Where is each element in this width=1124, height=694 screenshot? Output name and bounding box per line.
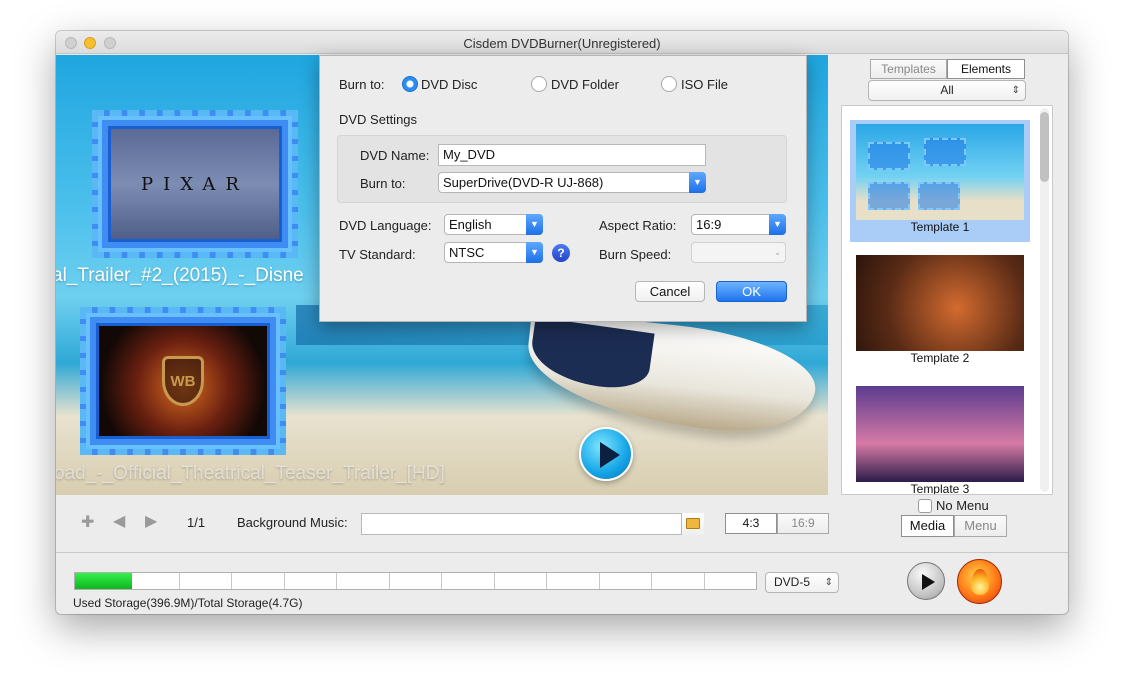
template-filter-select[interactable]: All ⇕ xyxy=(868,80,1026,101)
title-bar: Cisdem DVDBurner(Unregistered) xyxy=(56,31,1068,54)
template-item-3[interactable]: Template 3 xyxy=(850,382,1030,495)
clip-thumbnail-1[interactable]: PIXAR xyxy=(92,110,298,258)
mini-frame xyxy=(868,142,910,170)
burn-speed-select: ⌄ xyxy=(691,242,786,263)
wb-shield-icon: WB xyxy=(162,356,204,406)
burner-select[interactable]: SuperDrive(DVD-R UJ-868) ▼ xyxy=(438,172,706,193)
warner-bros-logo: WB xyxy=(96,323,270,439)
browse-music-button[interactable] xyxy=(681,513,704,535)
template-1-thumbnail xyxy=(856,124,1024,220)
preview-play-button[interactable] xyxy=(907,562,945,600)
template-2-thumbnail xyxy=(856,255,1024,351)
up-down-chevron-icon: ⇕ xyxy=(1011,85,1020,96)
ok-button[interactable]: OK xyxy=(716,281,787,302)
scrollbar-thumb[interactable] xyxy=(1040,112,1049,182)
mini-frame xyxy=(918,182,960,210)
disc-type-value: DVD-5 xyxy=(774,575,811,589)
tv-standard-value: NTSC xyxy=(449,245,485,260)
arrow-left-icon[interactable]: ◀ xyxy=(113,511,125,531)
dvd-disc-label[interactable]: DVD Disc xyxy=(421,77,477,92)
template-1-label: Template 1 xyxy=(910,220,970,234)
tv-standard-select[interactable]: NTSC ▼ xyxy=(444,242,543,263)
template-3-label: Template 3 xyxy=(910,482,970,495)
dvd-name-field[interactable]: My_DVD xyxy=(438,144,706,166)
dvd-disc-radio[interactable] xyxy=(402,76,418,92)
clip-title-1[interactable]: al_Trailer_#2_(2015)_-_Disne xyxy=(56,265,304,287)
aspect-ratio-select[interactable]: 16:9 ▼ xyxy=(691,214,786,235)
burn-button[interactable] xyxy=(957,559,1002,604)
tv-standard-label: TV Standard: xyxy=(339,247,416,262)
dvd-language-label: DVD Language: xyxy=(339,218,432,233)
template-scrollbar[interactable] xyxy=(1040,108,1049,492)
iso-file-radio[interactable] xyxy=(661,76,677,92)
mini-frame xyxy=(868,182,910,210)
iso-file-label[interactable]: ISO File xyxy=(681,77,728,92)
burn-settings-dialog: Burn to: DVD Disc DVD Folder ISO File DV… xyxy=(319,55,807,322)
tab-menu[interactable]: Menu xyxy=(954,515,1007,537)
chevron-down-icon: ▼ xyxy=(689,172,706,193)
dvd-settings-heading: DVD Settings xyxy=(339,112,418,127)
dvd-folder-radio[interactable] xyxy=(531,76,547,92)
flame-icon xyxy=(971,569,989,595)
tab-templates[interactable]: Templates xyxy=(870,59,947,79)
storage-used-fill xyxy=(75,573,132,589)
play-icon[interactable] xyxy=(579,427,633,481)
dvd-language-value: English xyxy=(449,217,492,232)
dvd-folder-label[interactable]: DVD Folder xyxy=(551,77,619,92)
bottom-separator xyxy=(56,552,1068,553)
background-music-label: Background Music: xyxy=(237,515,348,530)
no-menu-checkbox[interactable] xyxy=(918,499,932,513)
ratio-16-9-button[interactable]: 16:9 xyxy=(777,513,829,534)
template-3-thumbnail xyxy=(856,386,1024,482)
storage-text: Used Storage(396.9M)/Total Storage(4.7G) xyxy=(73,596,303,610)
dvd-language-select[interactable]: English ▼ xyxy=(444,214,543,235)
chevron-down-icon: ▼ xyxy=(769,214,786,235)
ratio-4-3-button[interactable]: 4:3 xyxy=(725,513,777,534)
folder-icon xyxy=(686,518,700,529)
dvd-name-label: DVD Name: xyxy=(360,148,430,163)
window-title: Cisdem DVDBurner(Unregistered) xyxy=(463,36,661,51)
burner-value: SuperDrive(DVD-R UJ-868) xyxy=(443,175,604,190)
chevron-down-icon: ▼ xyxy=(526,242,543,263)
disc-type-select[interactable]: DVD-5 ⇕ xyxy=(765,572,839,593)
clip-title-2[interactable]: oad_-_Official_Theatrical_Teaser_Trailer… xyxy=(56,463,445,485)
background-music-field[interactable] xyxy=(361,513,704,535)
arrow-right-icon[interactable]: ▶ xyxy=(145,511,157,531)
cancel-button[interactable]: Cancel xyxy=(635,281,705,302)
clip-thumbnail-2[interactable]: WB xyxy=(80,307,286,455)
template-item-2[interactable]: Template 2 xyxy=(850,251,1030,373)
no-menu-label[interactable]: No Menu xyxy=(936,498,989,513)
chevron-down-icon: ▼ xyxy=(526,214,543,235)
tab-media[interactable]: Media xyxy=(901,515,954,537)
aspect-ratio-label: Aspect Ratio: xyxy=(599,218,677,233)
burn-speed-label: Burn Speed: xyxy=(599,247,672,262)
storage-bar xyxy=(74,572,757,590)
chevron-down-icon: ⌄ xyxy=(773,247,782,257)
plus-icon[interactable]: ✚ xyxy=(81,512,94,532)
mini-frame xyxy=(924,138,966,166)
template-item-1[interactable]: Template 1 xyxy=(850,120,1030,242)
template-list: Template 1 Template 2 Template 3 xyxy=(841,105,1053,495)
burner-label: Burn to: xyxy=(360,176,406,191)
app-window: Cisdem DVDBurner(Unregistered) PIXAR al_… xyxy=(56,31,1068,614)
page-indicator: 1/1 xyxy=(187,515,206,530)
template-filter-value: All xyxy=(940,83,954,97)
aspect-ratio-value: 16:9 xyxy=(696,217,722,232)
template-2-label: Template 2 xyxy=(910,351,970,365)
up-down-chevron-icon: ⇕ xyxy=(824,577,833,588)
burn-to-label: Burn to: xyxy=(339,77,385,92)
pixar-logo: PIXAR xyxy=(108,126,282,242)
help-icon[interactable]: ? xyxy=(552,244,570,262)
tab-elements[interactable]: Elements xyxy=(947,59,1025,79)
